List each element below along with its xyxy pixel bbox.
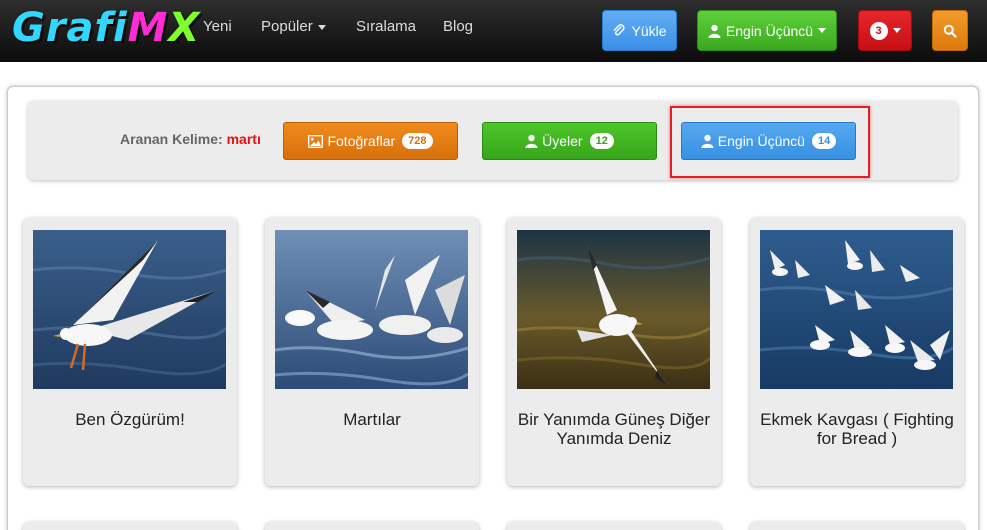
top-navbar: Grafi M X Yeni Popüler Sıralama Blog Yükle… — [0, 0, 987, 62]
user-icon — [525, 134, 538, 148]
photo-thumbnail[interactable] — [33, 230, 226, 389]
photo-card[interactable] — [265, 522, 479, 530]
search-button[interactable] — [932, 10, 968, 51]
photo-card[interactable] — [507, 522, 721, 530]
photo-card[interactable]: Ekmek Kavgası ( Fighting for Bread ) — [750, 218, 964, 486]
image-icon — [308, 134, 324, 148]
highlight-box — [670, 106, 870, 178]
chevron-down-icon — [317, 24, 326, 30]
search-term-caption: Aranan Kelime: — [120, 131, 223, 147]
photo-thumbnail[interactable] — [275, 230, 468, 389]
nav-link-populer-label: Popüler — [261, 18, 313, 35]
site-logo[interactable]: Grafi M X — [12, 5, 201, 51]
filter-photos-button[interactable]: Fotoğraflar 728 — [283, 122, 458, 160]
photo-card[interactable]: Martılar — [265, 218, 479, 486]
photo-title[interactable]: Ben Özgürüm! — [31, 410, 229, 429]
filter-members-count: 12 — [589, 133, 614, 149]
search-icon — [943, 24, 957, 38]
nav-link-populer[interactable]: Popüler — [261, 18, 326, 35]
photo-card[interactable] — [750, 522, 964, 530]
photo-title[interactable]: Ekmek Kavgası ( Fighting for Bread ) — [758, 410, 956, 448]
photo-card[interactable] — [23, 522, 237, 530]
nav-link-siralama[interactable]: Sıralama — [356, 18, 416, 35]
notifications-button[interactable]: 3 — [858, 10, 912, 51]
user-menu-label: Engin Üçüncü — [725, 22, 814, 39]
logo-text-x: X — [168, 5, 201, 51]
photo-thumbnail[interactable] — [517, 230, 710, 389]
search-term-label: Aranan Kelime: martı — [120, 131, 261, 147]
nav-link-yeni[interactable]: Yeni — [203, 18, 232, 35]
logo-text-grafi: Grafi — [12, 5, 128, 51]
paperclip-icon — [612, 23, 626, 38]
chevron-down-icon — [892, 28, 901, 33]
user-icon — [708, 24, 721, 38]
notification-count: 3 — [869, 21, 888, 40]
filter-members-button[interactable]: Üyeler 12 — [482, 122, 657, 160]
upload-button-label: Yükle — [631, 22, 667, 39]
user-menu-button[interactable]: Engin Üçüncü — [697, 10, 837, 51]
logo-text-m: M — [127, 5, 169, 51]
filter-photos-label: Fotoğraflar — [327, 133, 396, 149]
photo-card[interactable]: Bir Yanımda Güneş Diğer Yanımda Deniz — [507, 218, 721, 486]
photo-card[interactable]: Ben Özgürüm! — [23, 218, 237, 486]
photo-thumbnail[interactable] — [760, 230, 953, 389]
photo-title[interactable]: Martılar — [273, 410, 471, 429]
photo-title[interactable]: Bir Yanımda Güneş Diğer Yanımda Deniz — [515, 410, 713, 448]
upload-button[interactable]: Yükle — [602, 10, 677, 51]
filter-photos-count: 728 — [402, 133, 433, 149]
nav-link-blog[interactable]: Blog — [443, 18, 473, 35]
filter-members-label: Üyeler — [542, 133, 583, 149]
search-keyword: martı — [226, 131, 261, 147]
chevron-down-icon — [818, 28, 827, 33]
